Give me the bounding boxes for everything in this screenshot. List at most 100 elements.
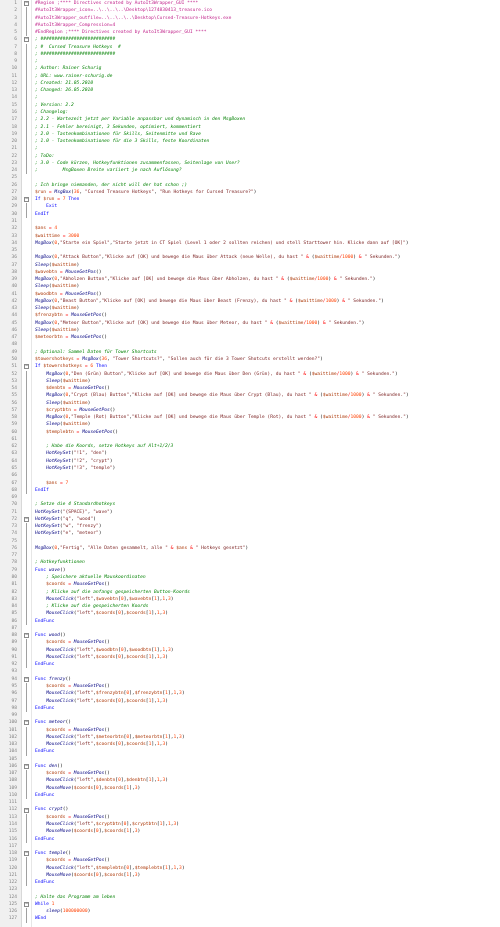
code-line[interactable]: MsgBox(0, "Fertig", "Alle Daten gesammelt… <box>32 545 500 552</box>
code-line[interactable]: HotKeySet("!1", "den") <box>32 450 500 457</box>
code-line[interactable] <box>32 174 500 181</box>
code-line[interactable]: MouseClick("left", $woodbtn[0], $woodbtn[1… <box>32 647 500 654</box>
code-line[interactable]: ; Version: 2.2 <box>32 102 500 109</box>
code-line[interactable]: EndFunc <box>32 792 500 799</box>
fold-toggle-icon[interactable]: − <box>24 633 29 639</box>
code-line[interactable]: $cryptbtn = MouseGetPos() <box>32 407 500 414</box>
code-line[interactable]: MsgBox(0, "Abholzen Button", "Klicke auf [… <box>32 276 500 283</box>
code-line[interactable]: ; Changed: 26.05.2010 <box>32 87 500 94</box>
code-line[interactable] <box>32 494 500 501</box>
code-line[interactable]: Func wood() <box>32 632 500 639</box>
code-line[interactable]: ; 2.1 - Fehler bereinigt, 3 Sekunden, op… <box>32 124 500 131</box>
code-line[interactable]: $ans = 7 <box>32 480 500 487</box>
code-line[interactable]: ; 2.2 - Wartezeit jetzt per Variable anp… <box>32 116 500 123</box>
code-line[interactable]: ; Optional: Sammel Daten für Tower Short… <box>32 349 500 356</box>
code-line[interactable]: ; <box>32 58 500 65</box>
code-line[interactable]: $denbtn = MouseGetPos() <box>32 385 500 392</box>
code-line[interactable]: Func frenzy() <box>32 676 500 683</box>
code-line[interactable]: $coords = MouseGetPos() <box>32 857 500 864</box>
code-line[interactable]: Sleep($waittime) <box>32 305 500 312</box>
code-line[interactable]: MsgBox(0, "Attack Button", "Klicke auf [OK… <box>32 254 500 261</box>
code-line[interactable]: EndFunc <box>32 618 500 625</box>
code-line[interactable]: MouseMove($coords[0], $coords[1], 3) <box>32 785 500 792</box>
code-line[interactable]: WEnd <box>32 915 500 922</box>
code-line[interactable]: Sleep($waittime) <box>32 400 500 407</box>
code-line[interactable]: $coords = MouseGetPos() <box>32 727 500 734</box>
code-line[interactable]: ; <box>32 145 500 152</box>
fold-toggle-icon[interactable]: − <box>24 37 29 43</box>
fold-toggle-icon[interactable]: − <box>24 197 29 203</box>
code-line[interactable]: ; Created: 21.05.2010 <box>32 80 500 87</box>
code-line[interactable]: $coords = MouseGetPos() <box>32 581 500 588</box>
fold-toggle-icon[interactable]: − <box>24 902 29 908</box>
code-line[interactable] <box>32 218 500 225</box>
code-line[interactable]: MouseClick("left", $templebtn[0], $templeb… <box>32 865 500 872</box>
code-line[interactable]: #Region ;**** Directives created by Auto… <box>32 0 500 7</box>
code-line[interactable] <box>32 756 500 763</box>
code-line[interactable] <box>32 668 500 675</box>
code-line[interactable]: ; 2.0 - Tastenkombinationen für Skills, … <box>32 131 500 138</box>
code-line[interactable]: MouseClick("left", $coords[0], $coords[1],… <box>32 654 500 661</box>
code-line[interactable]: EndFunc <box>32 879 500 886</box>
code-line[interactable]: MouseClick("left", $coords[0], $coords[1],… <box>32 741 500 748</box>
code-line[interactable]: $waittime = 3000 <box>32 233 500 240</box>
code-line[interactable]: HotKeySet("{SPACE}", "wave") <box>32 509 500 516</box>
code-line[interactable]: $coords = MouseGetPos() <box>32 770 500 777</box>
code-line[interactable]: MsgBox(0, "Temple (Rot) Button", "Klicke a… <box>32 414 500 421</box>
code-line[interactable] <box>32 799 500 806</box>
code-line[interactable]: ; 1.0 - Tastenkombinationen für die 3 Sk… <box>32 138 500 145</box>
code-line[interactable]: ; 3.0 - Code kürzen, Hotkeyfunktionen zu… <box>32 160 500 167</box>
code-line[interactable]: Exit <box>32 203 500 210</box>
code-line[interactable]: ; ########################### <box>32 36 500 43</box>
fold-toggle-icon[interactable]: − <box>24 1 29 7</box>
code-line[interactable] <box>32 247 500 254</box>
code-line[interactable]: ; MsgBoxen Breite variiert je nach Auflö… <box>32 167 500 174</box>
code-line[interactable]: $meteorbtn = MouseGetPos() <box>32 334 500 341</box>
code-line[interactable]: $run = MsgBox(36, "Cursed Treasure Hotke… <box>32 189 500 196</box>
code-line[interactable]: Sleep($waittime) <box>32 283 500 290</box>
code-line[interactable]: Func den() <box>32 763 500 770</box>
code-line[interactable]: MouseMove($coords[0], $coords[1], 3) <box>32 872 500 879</box>
fold-margin[interactable]: − − − − − − − − − − − − <box>22 0 32 927</box>
code-line[interactable] <box>32 436 500 443</box>
code-line[interactable] <box>32 625 500 632</box>
code-line[interactable] <box>32 472 500 479</box>
code-line[interactable]: MouseClick("left", $cryptbtn[0], $cryptbtn… <box>32 821 500 828</box>
code-line[interactable]: HotKeySet("!2", "crypt") <box>32 458 500 465</box>
code-line[interactable]: $ans = 4 <box>32 225 500 232</box>
code-line[interactable]: #AutoIt3Wrapper_icon=..\..\..\..\Desktop… <box>32 7 500 14</box>
code-line[interactable]: If $towershotkeys = 6 Then <box>32 363 500 370</box>
code-line[interactable]: EndIf <box>32 211 500 218</box>
code-line[interactable]: EndFunc <box>32 748 500 755</box>
code-line[interactable]: ; Habe die Koords, setze Hotkeys auf Alt… <box>32 443 500 450</box>
code-line[interactable]: ; ########################### <box>32 51 500 58</box>
code-line[interactable]: ; <box>32 94 500 101</box>
code-line[interactable]: MouseClick("left", $denbtn[0], $denbtn[1],… <box>32 777 500 784</box>
fold-toggle-icon[interactable]: − <box>24 516 29 522</box>
code-line[interactable]: Func temple() <box>32 850 500 857</box>
code-line[interactable]: HotKeySet("q", "wood") <box>32 516 500 523</box>
fold-toggle-icon[interactable]: − <box>24 807 29 813</box>
code-line[interactable]: ; URL: www.rainer-schurig.de <box>32 73 500 80</box>
code-line[interactable]: Sleep($waittime) <box>32 262 500 269</box>
code-line[interactable]: While 1 <box>32 901 500 908</box>
code-line[interactable]: ; ToDo: <box>32 153 500 160</box>
code-line[interactable]: Func meteor() <box>32 719 500 726</box>
code-line[interactable]: ; Speichere aktuelle Mauskoordinaten <box>32 574 500 581</box>
code-line[interactable]: ; Changelog: <box>32 109 500 116</box>
code-line[interactable]: MouseClick("left", $wavebtn[0], $wavebtn[1… <box>32 596 500 603</box>
code-line[interactable] <box>32 712 500 719</box>
code-line[interactable]: Func crypt() <box>32 806 500 813</box>
code-line[interactable]: $woodbtn = MouseGetPos() <box>32 291 500 298</box>
code-line[interactable]: HotKeySet("!3", "temple") <box>32 465 500 472</box>
code-line[interactable]: ; # Cursed Treasure Hotkeys # <box>32 44 500 51</box>
code-line[interactable] <box>32 843 500 850</box>
code-line[interactable]: $templebtn = MouseGetPos() <box>32 429 500 436</box>
fold-toggle-icon[interactable]: − <box>24 720 29 726</box>
code-line[interactable] <box>32 538 500 545</box>
code-line[interactable]: $frenzybtn = MouseGetPos() <box>32 312 500 319</box>
code-editor[interactable]: 1 2 3 4 5 6 7 8 9 10 11 12 13 14 15 16 17 18 19 20 21 22 23 24 2… <box>0 0 500 927</box>
code-line[interactable]: MsgBox(0, "Meteor Button", "Klicke auf [OK… <box>32 320 500 327</box>
code-line[interactable] <box>32 341 500 348</box>
code-line[interactable]: $coords = MouseGetPos() <box>32 683 500 690</box>
